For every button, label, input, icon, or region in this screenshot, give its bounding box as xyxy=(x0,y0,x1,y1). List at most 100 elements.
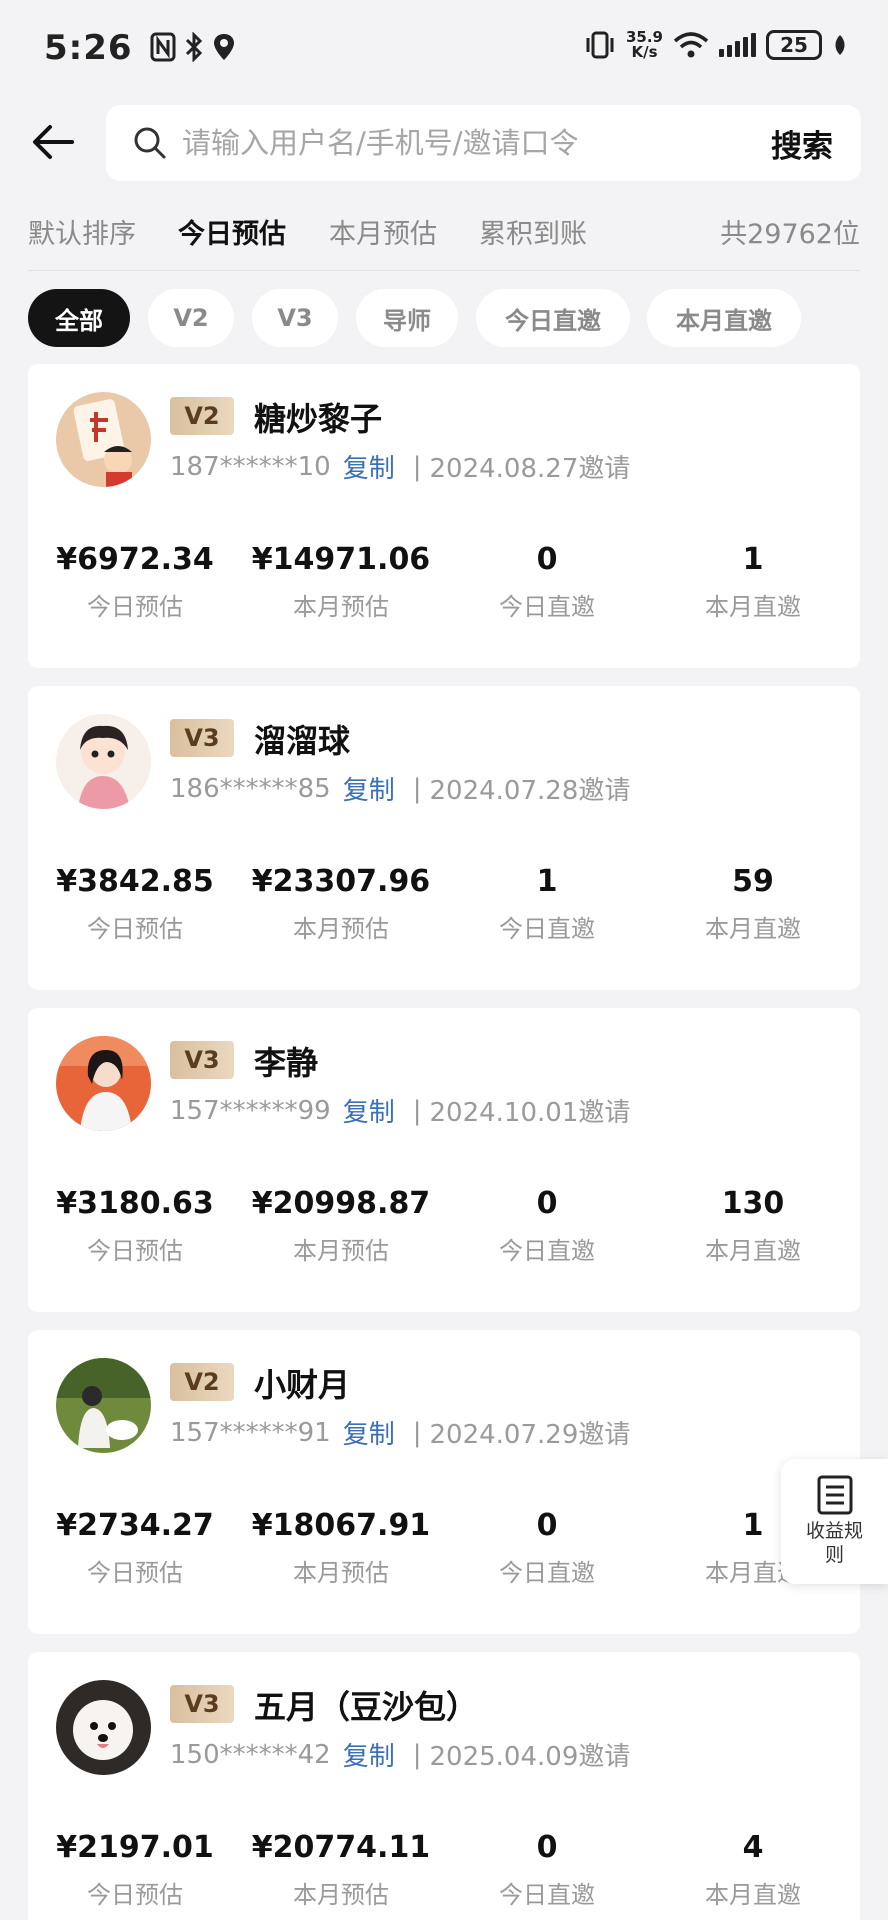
stat-value: ¥20774.11 xyxy=(251,1830,431,1865)
chip-mentor[interactable]: 导师 xyxy=(356,289,458,347)
stat-label: 本月直邀 xyxy=(705,1237,801,1265)
copy-link[interactable]: 复制 xyxy=(343,1414,395,1451)
nfc-icon xyxy=(150,32,176,62)
level-badge: V3 xyxy=(170,719,234,757)
stat-month-invite: 4 本月直邀 xyxy=(650,1830,856,1910)
stat-value: ¥18067.91 xyxy=(251,1508,431,1543)
chip-today-invite[interactable]: 今日直邀 xyxy=(476,289,630,347)
avatar xyxy=(56,392,151,487)
phone-number: 150******42 xyxy=(170,1739,331,1770)
chip-v2[interactable]: V2 xyxy=(148,289,234,347)
stats-row: ¥2197.01 今日预估 ¥20774.11 本月预估 0 今日直邀 4 本月直邀 xyxy=(28,1830,860,1920)
stat-today-invite: 0 今日直邀 xyxy=(444,1508,650,1588)
status-time: 5:26 xyxy=(44,28,133,68)
tab-default-sort[interactable]: 默认排序 xyxy=(28,212,136,251)
total-count: 共29762位 xyxy=(720,219,860,250)
stat-month-invite: 1 本月直邀 xyxy=(650,542,856,622)
phone-number: 157******99 xyxy=(170,1095,331,1126)
wifi-icon xyxy=(673,32,709,58)
stats-row: ¥3180.63 今日预估 ¥20998.87 本月预估 0 今日直邀 130 本月直邀 xyxy=(28,1186,860,1276)
phone-number: 186******85 xyxy=(170,773,331,804)
stat-label: 本月直邀 xyxy=(705,593,801,621)
stat-value: ¥2197.01 xyxy=(56,1830,214,1865)
stat-today-estimate: ¥6972.34 今日预估 xyxy=(32,542,238,622)
search-icon xyxy=(134,127,166,159)
status-left-icons xyxy=(150,32,236,62)
search-button[interactable]: 搜索 xyxy=(771,121,833,166)
user-name: 李静 xyxy=(254,1044,319,1082)
level-badge: V3 xyxy=(170,1041,234,1079)
invite-date: 2024.10.01邀请 xyxy=(429,1098,631,1128)
stat-today-estimate: ¥2734.27 今日预估 xyxy=(32,1508,238,1588)
stat-value: ¥14971.06 xyxy=(251,542,431,577)
stat-today-estimate: ¥2197.01 今日预估 xyxy=(32,1830,238,1910)
stat-label: 本月预估 xyxy=(293,915,389,943)
stat-value: ¥3180.63 xyxy=(56,1186,214,1221)
vibrate-icon xyxy=(586,31,614,59)
chip-all[interactable]: 全部 xyxy=(28,289,130,347)
copy-link[interactable]: 复制 xyxy=(343,770,395,807)
chip-month-invite[interactable]: 本月直邀 xyxy=(647,289,801,347)
stat-month-invite: 130 本月直邀 xyxy=(650,1186,856,1266)
stat-value: ¥23307.96 xyxy=(251,864,431,899)
stat-label: 今日预估 xyxy=(87,593,183,621)
meta-separator: | xyxy=(412,451,422,482)
invite-date: 2024.08.27邀请 xyxy=(429,454,631,484)
user-meta: 157******91 复制 | 2024.07.29邀请 xyxy=(170,1414,630,1451)
tab-today-estimate[interactable]: 今日预估 xyxy=(178,212,286,251)
stat-value: ¥3842.85 xyxy=(56,864,214,899)
header: 搜索 xyxy=(0,105,888,181)
stat-label: 今日直邀 xyxy=(499,593,595,621)
stat-month-estimate: ¥20998.87 本月预估 xyxy=(238,1186,444,1266)
avatar xyxy=(56,714,151,809)
stat-today-invite: 0 今日直邀 xyxy=(444,1830,650,1910)
meta-separator: | xyxy=(412,1417,422,1448)
stat-value: 0 xyxy=(536,542,558,577)
copy-link[interactable]: 复制 xyxy=(343,1736,395,1773)
user-meta: 150******42 复制 | 2025.04.09邀请 xyxy=(170,1736,630,1773)
tab-accumulated[interactable]: 累积到账 xyxy=(479,212,587,251)
level-badge: V2 xyxy=(170,1363,234,1401)
stat-month-estimate: ¥23307.96 本月预估 xyxy=(238,864,444,944)
stat-month-invite: 59 本月直邀 xyxy=(650,864,856,944)
stat-label: 今日直邀 xyxy=(499,1237,595,1265)
phone-number: 157******91 xyxy=(170,1417,331,1448)
stat-value: 130 xyxy=(721,1186,785,1221)
user-card[interactable]: V3 溜溜球 186******85 复制 | 2024.07.28邀请 ¥38… xyxy=(28,686,860,990)
search-input[interactable] xyxy=(182,119,662,167)
net-speed-unit: K/s xyxy=(631,43,658,61)
tab-month-estimate[interactable]: 本月预估 xyxy=(329,212,437,251)
stat-today-estimate: ¥3180.63 今日预估 xyxy=(32,1186,238,1266)
stat-value: 59 xyxy=(732,864,774,899)
stat-label: 本月预估 xyxy=(293,1559,389,1587)
stats-row: ¥3842.85 今日预估 ¥23307.96 本月预估 1 今日直邀 59 本月直邀 xyxy=(28,864,860,954)
level-badge: V3 xyxy=(170,1685,234,1723)
copy-link[interactable]: 复制 xyxy=(343,1092,395,1129)
stat-today-estimate: ¥3842.85 今日预估 xyxy=(32,864,238,944)
user-name: 糖炒黎子 xyxy=(254,400,383,438)
stat-label: 今日预估 xyxy=(87,1881,183,1909)
stat-value: ¥6972.34 xyxy=(56,542,214,577)
stat-label: 本月直邀 xyxy=(705,1881,801,1909)
earnings-rules-button[interactable]: 收益规则 xyxy=(781,1459,888,1584)
stat-label: 今日直邀 xyxy=(499,1881,595,1909)
search-box: 搜索 xyxy=(106,105,861,181)
user-card[interactable]: V2 糖炒黎子 187******10 复制 | 2024.08.27邀请 ¥6… xyxy=(28,364,860,668)
back-arrow-icon xyxy=(33,125,74,159)
copy-link[interactable]: 复制 xyxy=(343,448,395,485)
back-button[interactable] xyxy=(28,117,78,167)
user-card[interactable]: V2 小财月 157******91 复制 | 2024.07.29邀请 ¥27… xyxy=(28,1330,860,1634)
level-badge: V2 xyxy=(170,397,234,435)
user-meta: 157******99 复制 | 2024.10.01邀请 xyxy=(170,1092,630,1129)
user-card[interactable]: V3 五月（豆沙包） 150******42 复制 | 2025.04.09邀请… xyxy=(28,1652,860,1920)
invite-date: 2024.07.29邀请 xyxy=(429,1420,631,1450)
user-card[interactable]: V3 李静 157******99 复制 | 2024.10.01邀请 ¥318… xyxy=(28,1008,860,1312)
stat-label: 本月预估 xyxy=(293,593,389,621)
stat-label: 今日预估 xyxy=(87,1559,183,1587)
user-name: 溜溜球 xyxy=(254,722,351,760)
chip-v3[interactable]: V3 xyxy=(252,289,338,347)
user-meta: 186******85 复制 | 2024.07.28邀请 xyxy=(170,770,630,807)
phone-number: 187******10 xyxy=(170,451,331,482)
document-list-icon xyxy=(817,1475,852,1515)
stats-row: ¥6972.34 今日预估 ¥14971.06 本月预估 0 今日直邀 1 本月直邀 xyxy=(28,542,860,632)
